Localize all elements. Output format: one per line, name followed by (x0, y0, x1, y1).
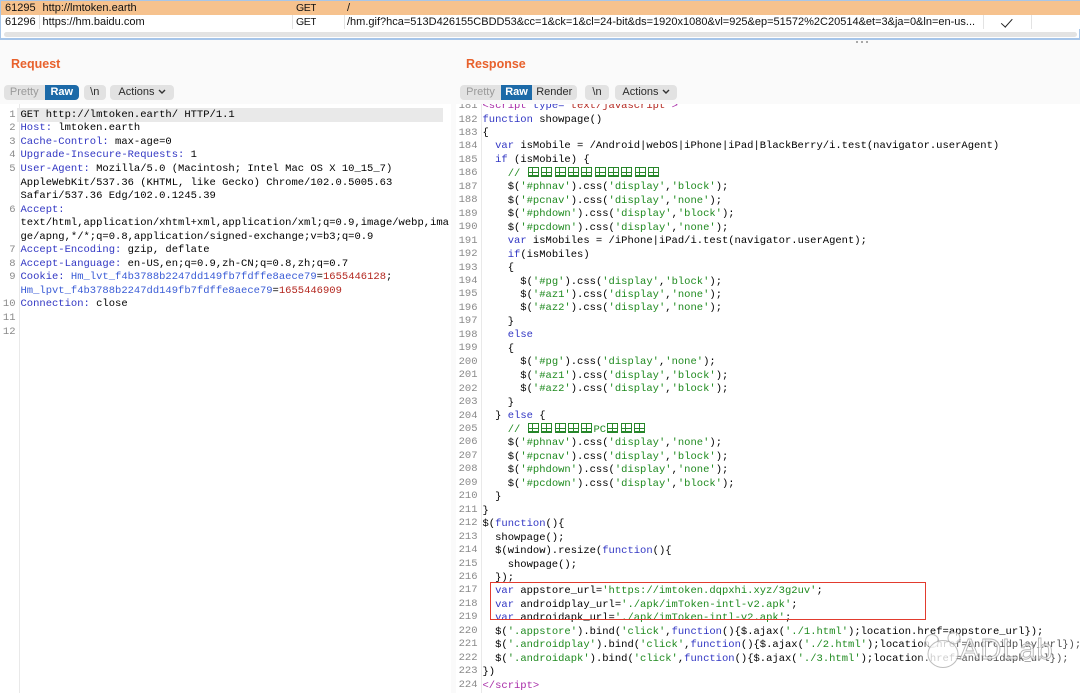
svg-text:ADLab: ADLab (960, 634, 1054, 666)
